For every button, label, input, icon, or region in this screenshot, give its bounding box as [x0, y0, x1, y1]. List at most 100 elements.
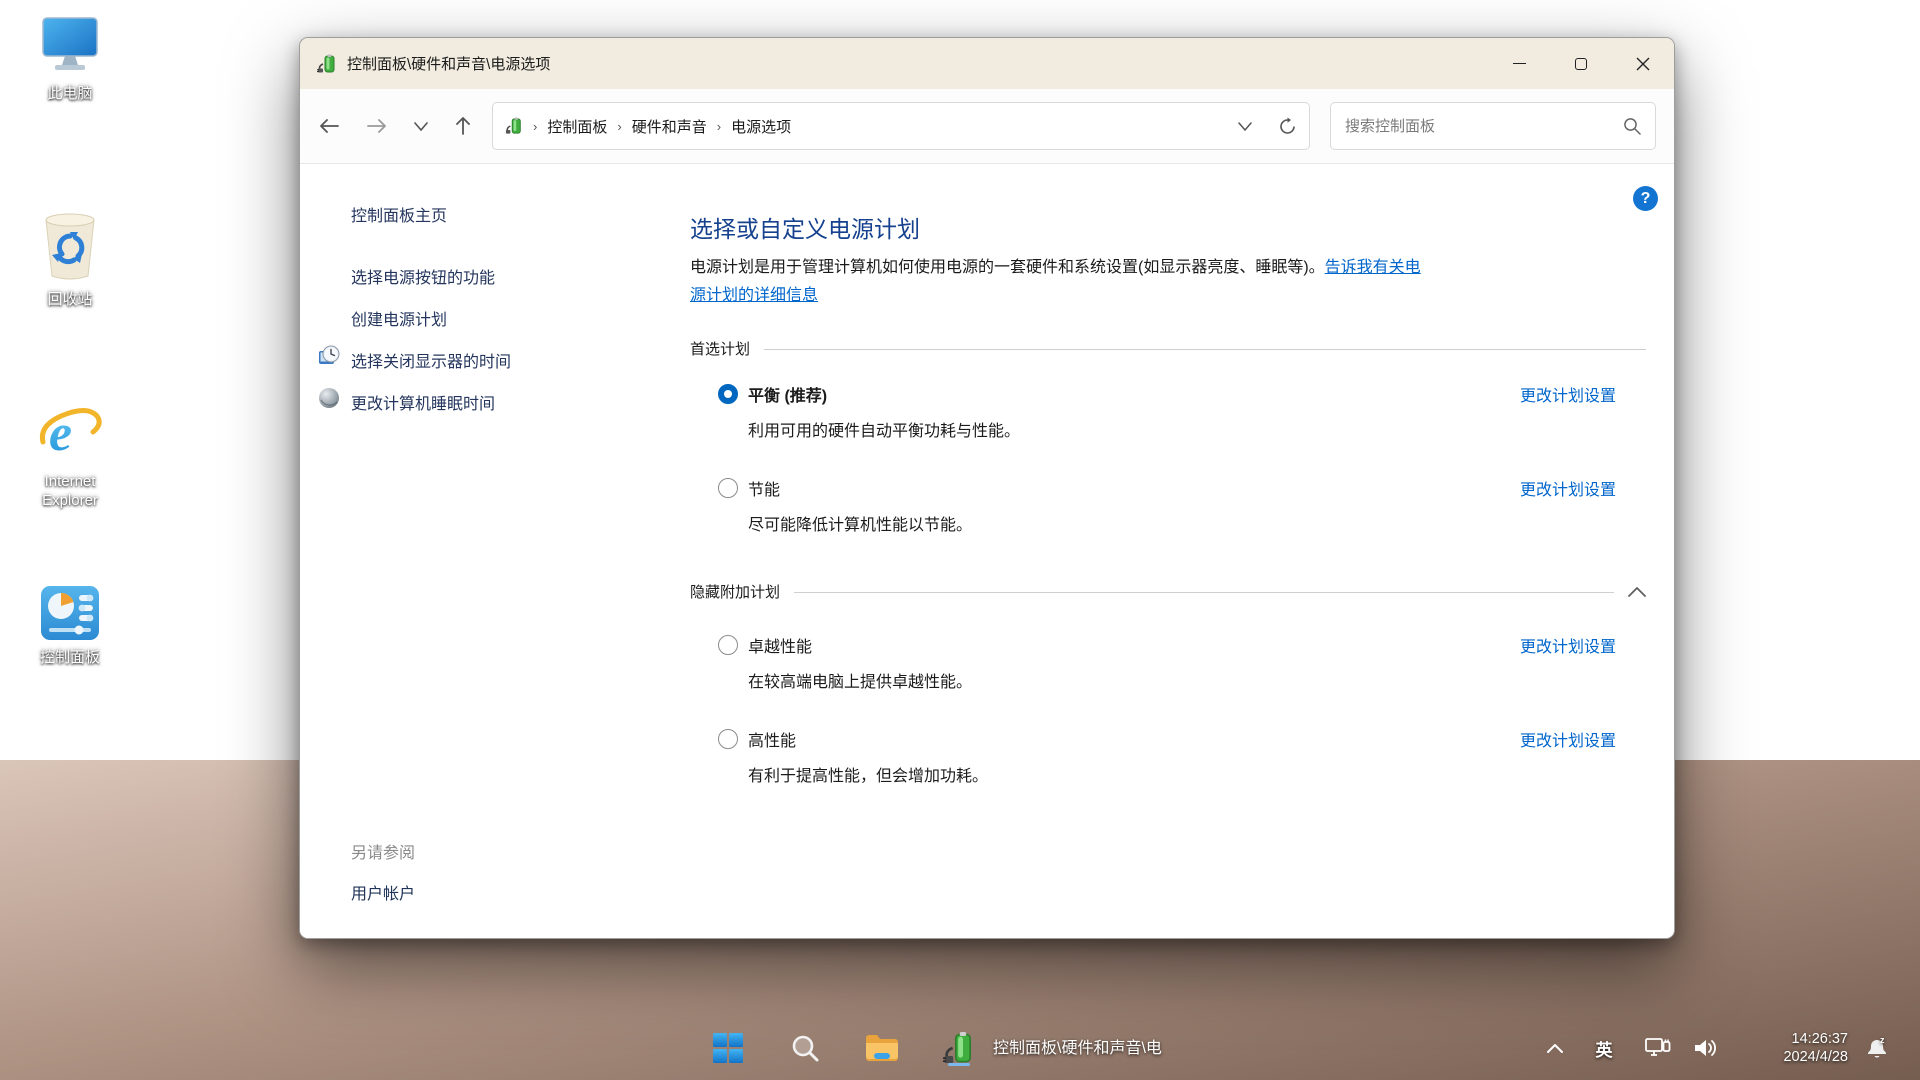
refresh-icon[interactable] — [1278, 117, 1297, 136]
back-button[interactable] — [318, 117, 340, 135]
this-pc-icon — [39, 14, 101, 78]
tray-date: 2024/4/28 — [1783, 1048, 1848, 1066]
tray-volume-button[interactable] — [1686, 1026, 1726, 1070]
navigation-bar: › 控制面板 › 硬件和声音 › 电源选项 — [300, 89, 1674, 164]
breadcrumb-control-panel[interactable]: 控制面板 — [541, 116, 613, 137]
plan-name: 高性能 — [748, 727, 796, 751]
radio-balanced[interactable] — [718, 384, 738, 404]
address-bar[interactable]: › 控制面板 › 硬件和声音 › 电源选项 — [492, 102, 1310, 150]
search-icon[interactable] — [1623, 117, 1641, 135]
plan-description: 尽可能降低计算机性能以节能。 — [748, 511, 972, 535]
folder-icon — [865, 1033, 899, 1063]
radio-high-performance[interactable] — [718, 729, 738, 749]
intro-text: 电源计划是用于管理计算机如何使用电源的一套硬件和系统设置(如显示器亮度、睡眠等)… — [690, 254, 1655, 310]
radio-power-saver[interactable] — [718, 478, 738, 498]
search-box[interactable] — [1330, 102, 1656, 150]
plan-description: 利用可用的硬件自动平衡功耗与性能。 — [748, 417, 1020, 441]
sidebar-item-label: 选择关闭显示器的时间 — [351, 354, 511, 371]
sidebar-item-label: 用户帐户 — [351, 886, 415, 903]
ime-label: 英 — [1596, 1036, 1613, 1061]
power-options-icon — [943, 1031, 975, 1065]
change-plan-settings-link[interactable]: 更改计划设置 — [1520, 382, 1616, 406]
change-plan-settings-link[interactable]: 更改计划设置 — [1520, 633, 1616, 657]
group-title: 隐藏附加计划 — [690, 581, 780, 602]
intro-body: 电源计划是用于管理计算机如何使用电源的一套硬件和系统设置(如显示器亮度、睡眠等)… — [690, 259, 1325, 276]
taskbar: 控制面板\硬件和声音\电 英 14:26:37 2024/4/28 z — [0, 1016, 1920, 1080]
sleep-sphere-icon — [317, 386, 341, 410]
tray-ime-indicator[interactable]: 英 — [1586, 1026, 1622, 1070]
sidebar-item-power-buttons[interactable]: 选择电源按钮的功能 — [351, 264, 495, 288]
taskbar-power-options-button[interactable] — [937, 1026, 981, 1070]
group-hidden-plans: 隐藏附加计划 — [690, 581, 1646, 602]
close-button[interactable] — [1612, 38, 1674, 89]
breadcrumb-separator-icon: › — [613, 119, 625, 134]
tray-clock[interactable]: 14:26:37 2024/4/28 — [1758, 1026, 1848, 1070]
breadcrumb-separator-icon: › — [713, 119, 725, 134]
up-button[interactable] — [454, 116, 472, 136]
address-dropdown-icon[interactable] — [1238, 122, 1252, 131]
breadcrumb-hardware-sound[interactable]: 硬件和声音 — [626, 116, 713, 137]
window-title: 控制面板\硬件和声音\电源选项 — [347, 53, 550, 74]
network-icon — [1645, 1036, 1671, 1060]
breadcrumb-separator-icon: › — [529, 119, 541, 134]
sidebar-item-control-panel-home[interactable]: 控制面板主页 — [351, 202, 447, 226]
radio-ultimate-performance[interactable] — [718, 635, 738, 655]
recent-pages-dropdown-icon[interactable] — [414, 122, 428, 131]
active-app-indicator — [948, 1063, 970, 1067]
change-plan-settings-link[interactable]: 更改计划设置 — [1520, 727, 1616, 751]
plan-name: 卓越性能 — [748, 633, 812, 657]
file-explorer-button[interactable] — [860, 1026, 904, 1070]
chevron-up-icon — [1547, 1043, 1563, 1053]
plan-name: 平衡 (推荐) — [748, 382, 827, 406]
plan-row-balanced: 平衡 (推荐) 利用可用的硬件自动平衡功耗与性能。 更改计划设置 — [690, 382, 1646, 454]
tray-show-hidden-icons-button[interactable] — [1537, 1026, 1573, 1070]
window-titlebar[interactable]: 控制面板\硬件和声音\电源选项 — [300, 38, 1674, 89]
tray-time: 14:26:37 — [1792, 1030, 1848, 1048]
power-options-icon — [317, 54, 337, 74]
internet-explorer-icon: e — [35, 398, 105, 466]
desktop-icon-label: 回收站 — [47, 290, 92, 309]
see-also-header: 另请参阅 — [351, 839, 415, 863]
desktop-icon-this-pc[interactable]: 此电脑 — [10, 14, 130, 103]
speaker-icon — [1693, 1037, 1719, 1059]
main-content: 选择或自定义电源计划 电源计划是用于管理计算机如何使用电源的一套硬件和系统设置(… — [690, 164, 1646, 939]
plan-description: 在较高端电脑上提供卓越性能。 — [748, 668, 972, 692]
sidebar-item-sleep-time[interactable]: 更改计算机睡眠时间 — [351, 390, 495, 414]
sidebar-item-label: 控制面板主页 — [351, 208, 447, 225]
desktop-icon-label: Internet Explorer — [22, 472, 118, 510]
search-icon — [790, 1033, 820, 1063]
maximize-button[interactable] — [1550, 38, 1612, 89]
change-plan-settings-link[interactable]: 更改计划设置 — [1520, 476, 1616, 500]
sidebar-item-label: 选择电源按钮的功能 — [351, 270, 495, 287]
group-divider — [794, 592, 1614, 593]
sidebar-item-user-accounts[interactable]: 用户帐户 — [351, 880, 415, 904]
window-body: ? 控制面板主页 选择电源按钮的功能 创建电源计划 选择关闭显示器的时间 — [300, 164, 1674, 939]
control-panel-window: 控制面板\硬件和声音\电源选项 — [299, 37, 1675, 939]
search-input[interactable] — [1345, 118, 1623, 135]
desktop-icon-recycle-bin[interactable]: 回收站 — [10, 210, 130, 309]
power-options-icon — [505, 117, 523, 135]
taskbar-app-title[interactable]: 控制面板\硬件和声音\电 — [993, 1034, 1162, 1058]
power-plan-info-link[interactable]: 告诉我有关电 — [1325, 259, 1421, 276]
power-plan-info-link[interactable]: 源计划的详细信息 — [690, 287, 818, 304]
forward-button[interactable] — [366, 117, 388, 135]
maximize-icon — [1575, 58, 1587, 70]
start-button[interactable] — [706, 1026, 750, 1070]
minimize-button[interactable] — [1488, 38, 1550, 89]
breadcrumb-power-options[interactable]: 电源选项 — [725, 116, 797, 137]
svg-text:z: z — [1880, 1035, 1885, 1045]
plan-row-high-performance: 高性能 有利于提高性能，但会增加功耗。 更改计划设置 — [690, 727, 1646, 799]
desktop-icon-control-panel[interactable]: 控制面板 — [10, 584, 130, 667]
desktop-icon-label: 控制面板 — [40, 648, 100, 667]
sidebar-item-create-power-plan[interactable]: 创建电源计划 — [351, 306, 447, 330]
desktop-icon-internet-explorer[interactable]: e Internet Explorer — [10, 398, 130, 510]
recycle-bin-icon — [40, 210, 100, 284]
close-icon — [1636, 57, 1650, 71]
tray-notifications-button[interactable]: z — [1856, 1026, 1898, 1070]
tray-network-button[interactable] — [1638, 1026, 1678, 1070]
group-title: 首选计划 — [690, 338, 750, 359]
plan-row-power-saver: 节能 尽可能降低计算机性能以节能。 更改计划设置 — [690, 476, 1646, 548]
collapse-section-icon[interactable] — [1628, 586, 1646, 597]
sidebar-item-display-off-time[interactable]: 选择关闭显示器的时间 — [351, 348, 511, 372]
taskbar-search-button[interactable] — [783, 1026, 827, 1070]
